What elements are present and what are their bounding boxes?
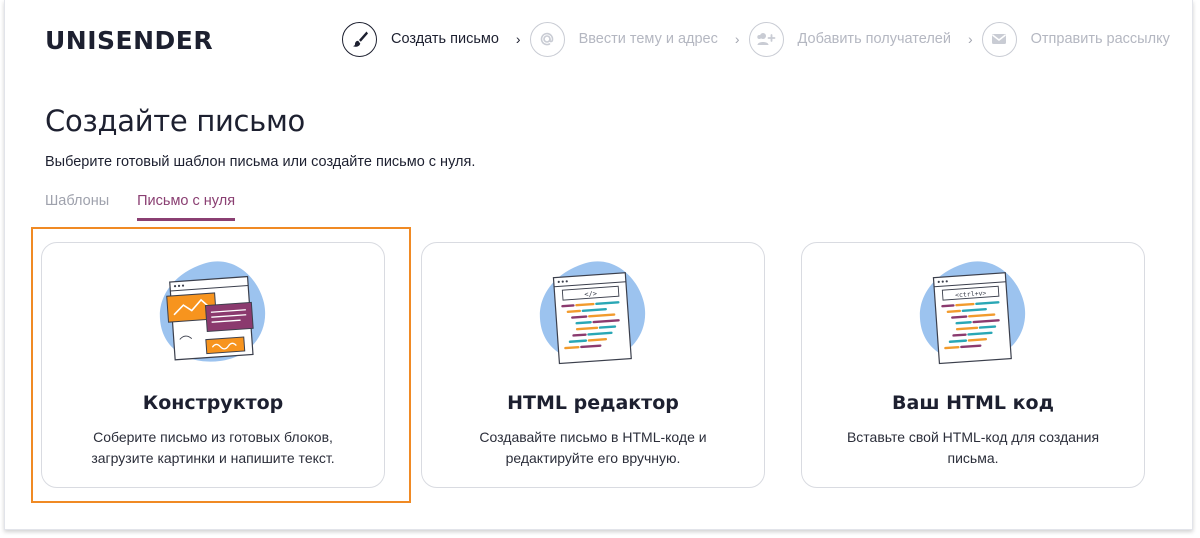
step-label: Ввести тему и адрес xyxy=(578,31,718,47)
step-subject-address[interactable]: Ввести тему и адрес › xyxy=(529,21,749,57)
card-constructor[interactable]: Конструктор Соберите письмо из готовых б… xyxy=(41,242,385,488)
at-sign-icon xyxy=(529,21,565,57)
add-users-icon xyxy=(748,21,784,57)
card-description: Соберите письмо из готовых блоков, загру… xyxy=(72,427,354,469)
card-description-line: Создавайте письмо в HTML-коде и xyxy=(479,429,707,445)
step-send-campaign[interactable]: Отправить рассылку xyxy=(981,21,1170,57)
constructor-illustration xyxy=(159,261,266,362)
card-your-html[interactable]: <ctrl+v> Ваш HTML код Вставьте свой HTML… xyxy=(801,242,1145,488)
chevron-right-icon: › xyxy=(515,31,521,47)
card-description-line: редактируйте его вручную. xyxy=(505,450,681,466)
card-title: HTML редактор xyxy=(507,392,679,414)
brand-logo: UNISENDER xyxy=(45,26,214,55)
card-description-line: Вставьте свой HTML-код для создания xyxy=(846,429,1100,445)
card-description-line: Соберите письмо из готовых блоков, xyxy=(93,429,333,445)
tab-from-scratch[interactable]: Письмо с нуля xyxy=(137,193,236,221)
envelope-icon xyxy=(981,21,1017,57)
html-editor-illustration: </> xyxy=(539,261,646,365)
page-title: Создайте письмо xyxy=(45,104,305,138)
step-label: Отправить рассылку xyxy=(1030,31,1170,47)
step-create-letter[interactable]: Создать письмо › xyxy=(342,21,530,57)
card-description: Вставьте свой HTML-код для создания пись… xyxy=(832,427,1114,469)
brush-icon xyxy=(342,21,377,57)
wizard-stepper: Создать письмо › Ввести тему и адрес › Д… xyxy=(342,21,1170,57)
card-html-editor[interactable]: </> HTML редактор Создавайте письмо в HT… xyxy=(421,242,765,488)
card-description-line: загрузите картинки и напишите текст. xyxy=(91,450,335,466)
card-description-line: письма. xyxy=(947,450,999,466)
tab-bar: Шаблоны Письмо с нуля xyxy=(45,193,263,221)
step-label: Добавить получателей xyxy=(797,31,951,47)
app-window: UNISENDER Создать письмо › Ввести тему и… xyxy=(4,0,1193,530)
paste-html-illustration: <ctrl+v> xyxy=(919,261,1026,365)
code-tag: </> xyxy=(584,290,597,299)
step-add-recipients[interactable]: Добавить получателей › xyxy=(748,21,982,57)
tab-templates[interactable]: Шаблоны xyxy=(45,193,109,221)
step-label: Создать письмо xyxy=(391,31,499,47)
card-title: Конструктор xyxy=(142,392,284,414)
chevron-right-icon: › xyxy=(734,31,740,47)
card-title: Ваш HTML код xyxy=(892,392,1054,414)
page-subtitle: Выберите готовый шаблон письма или созда… xyxy=(45,154,476,170)
card-description: Создавайте письмо в HTML-коде и редактир… xyxy=(452,427,734,469)
chevron-right-icon: › xyxy=(967,31,973,47)
